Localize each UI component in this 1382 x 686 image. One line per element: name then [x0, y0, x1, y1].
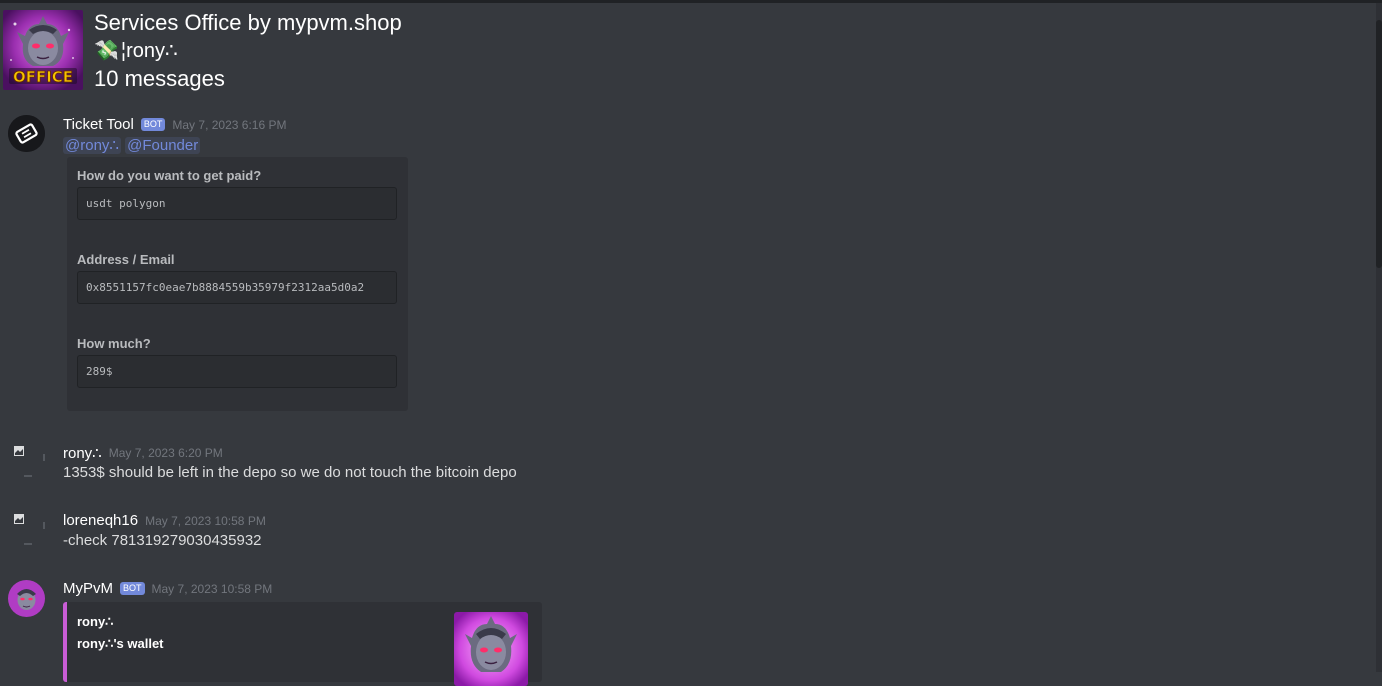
author-name[interactable]: MyPvM	[63, 580, 113, 597]
author-name[interactable]: Ticket Tool	[63, 116, 134, 133]
field-label: How do you want to get paid?	[77, 168, 262, 183]
top-border	[0, 0, 1382, 3]
wallet-embed: rony∴ rony∴'s wallet	[63, 602, 542, 686]
guild-icon: OFFICE	[3, 10, 83, 90]
author-line: loreneqh16 May 7, 2023 10:58 PM	[63, 512, 266, 529]
avatar[interactable]	[8, 115, 45, 152]
timestamp: May 7, 2023 10:58 PM	[145, 513, 266, 528]
vampire-avatar-icon	[8, 580, 45, 617]
timestamp: May 7, 2023 6:20 PM	[108, 446, 223, 460]
author-line: MyPvM BOT May 7, 2023 10:58 PM	[63, 580, 272, 597]
author-name[interactable]: loreneqh16	[63, 512, 138, 529]
message-content: -check 781319279030435932	[63, 532, 262, 549]
field-value-box: 0x8551157fc0eae7b8884559b35979f2312aa5d0…	[77, 271, 397, 304]
embed-title: rony∴	[77, 614, 114, 629]
field-value-box: 289$	[77, 355, 397, 388]
embed-thumbnail[interactable]	[454, 612, 528, 686]
author-line: rony∴ May 7, 2023 6:20 PM	[63, 444, 223, 462]
broken-image-avatar-icon[interactable]	[8, 444, 48, 484]
channel-name-row: 💸 ¦rony∴	[94, 38, 178, 63]
timestamp: May 7, 2023 10:58 PM	[151, 581, 273, 596]
guild-icon-text: OFFICE	[13, 68, 73, 86]
ticket-embed: How do you want to get paid? usdt polygo…	[67, 157, 408, 411]
broken-image-avatar-icon[interactable]	[8, 512, 48, 552]
message-count: 10 messages	[94, 66, 225, 91]
ticket-icon	[8, 115, 45, 152]
channel-name: ¦rony∴	[120, 40, 178, 62]
mention-role[interactable]: @Founder	[125, 137, 201, 154]
field-value-box: usdt polygon	[77, 187, 397, 220]
embed-subtitle: rony∴'s wallet	[77, 636, 164, 651]
bot-tag: BOT	[140, 118, 166, 131]
message-content: 1353$ should be left in the depo so we d…	[63, 464, 517, 481]
timestamp: May 7, 2023 6:16 PM	[172, 117, 287, 132]
message-content: @rony∴ @Founder	[63, 136, 201, 154]
bot-tag: BOT	[120, 582, 145, 595]
avatar[interactable]	[8, 580, 45, 617]
guild-name: Services Office by mypvm.shop	[94, 10, 402, 35]
author-line: Ticket Tool BOT May 7, 2023 6:16 PM	[63, 116, 286, 133]
field-label: How much?	[77, 336, 151, 351]
author-name[interactable]: rony∴	[63, 444, 102, 462]
money-emoji-icon: 💸	[94, 40, 119, 62]
mention-user[interactable]: @rony∴	[63, 137, 121, 154]
field-label: Address / Email	[77, 252, 175, 267]
scrollbar-thumb[interactable]	[1376, 20, 1382, 268]
